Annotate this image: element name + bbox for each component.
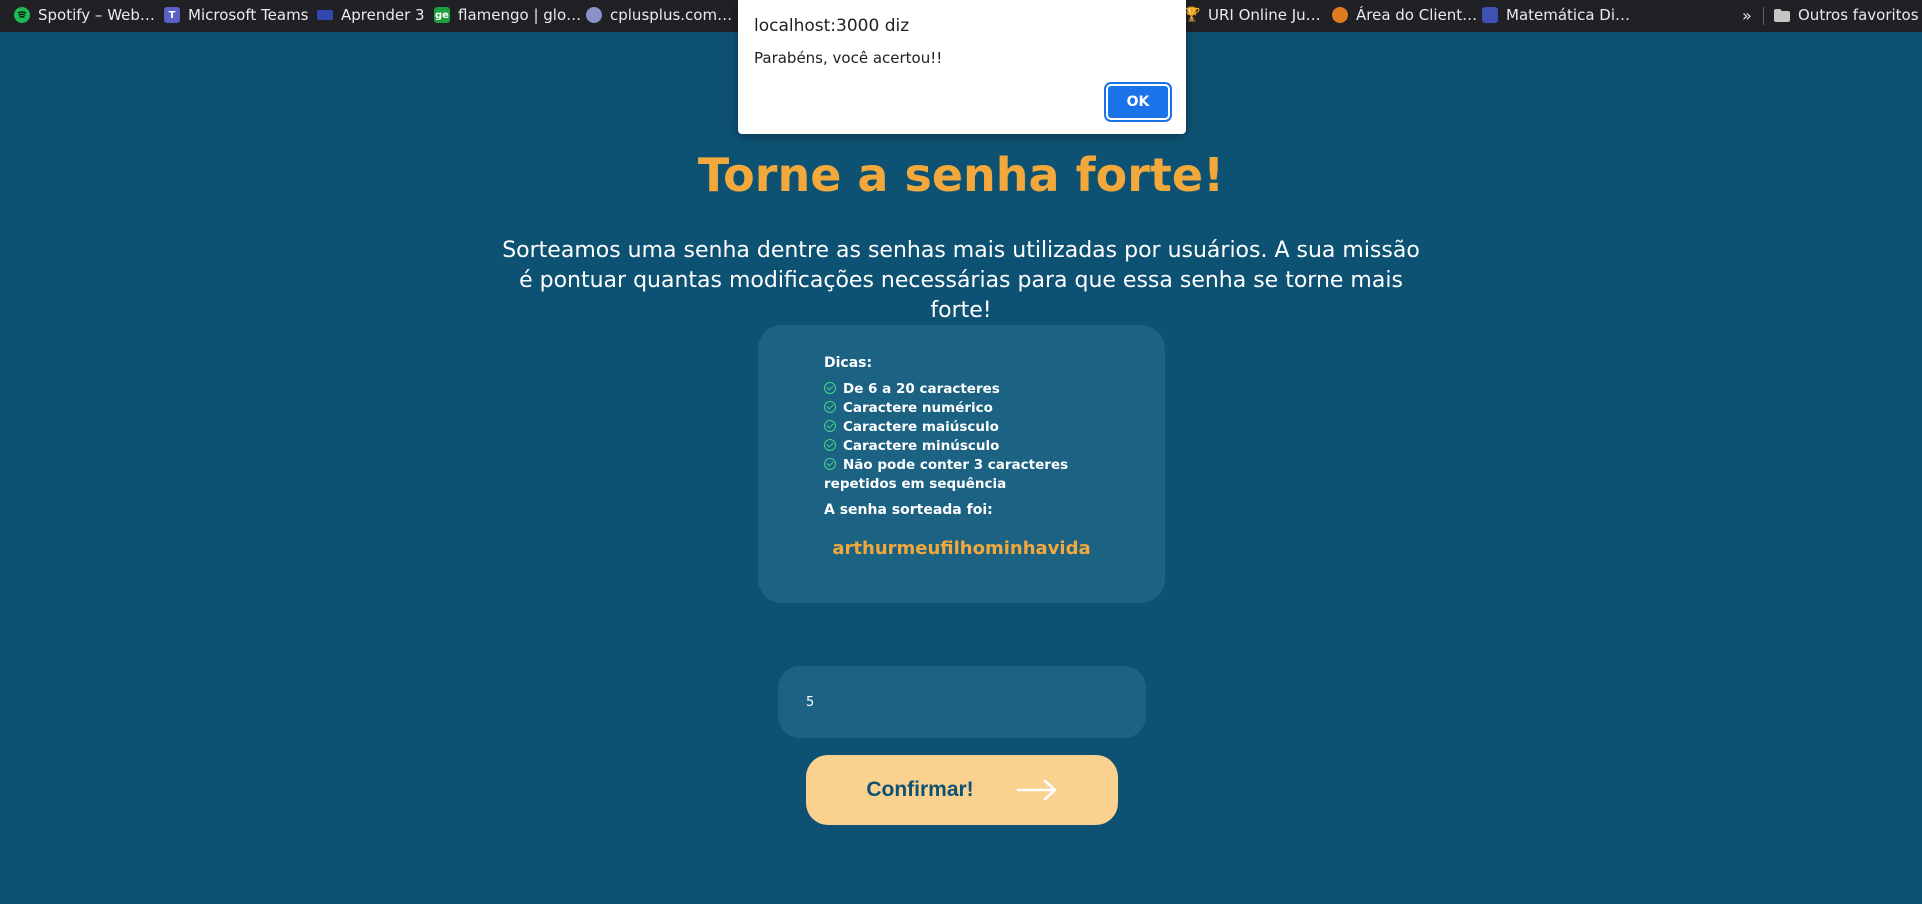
cplusplus-icon xyxy=(586,7,602,23)
bookmark-other-favorites[interactable]: Outros favoritos xyxy=(1774,0,1919,30)
dialog-origin: localhost:3000 diz xyxy=(754,16,910,36)
tip-text: Caractere numérico xyxy=(843,400,993,416)
check-circle-icon xyxy=(824,382,836,394)
folder-icon xyxy=(1774,7,1790,23)
bookmark-label: Matemática Di… xyxy=(1506,6,1631,24)
bookmark-uri-online[interactable]: 🏆 URI Online Ju… xyxy=(1183,0,1321,30)
tips-list: De 6 a 20 caracteres Caractere numérico … xyxy=(824,380,1129,494)
tip-item: Caractere maiúsculo xyxy=(824,418,1129,437)
drawn-password-label: A senha sorteada foi: xyxy=(824,502,993,518)
spotify-icon xyxy=(14,7,30,23)
more-bookmarks-chevron-icon[interactable]: » xyxy=(1742,0,1752,30)
bookmark-label: flamengo | glo… xyxy=(458,6,582,24)
bookmark-label: Área do Client… xyxy=(1356,6,1478,24)
bookmark-area-cliente[interactable]: Área do Client… xyxy=(1332,0,1477,30)
tip-item: Caractere numérico xyxy=(824,399,1129,418)
bookmark-label: URI Online Ju… xyxy=(1208,6,1321,24)
bookmark-label: Outros favoritos xyxy=(1798,6,1919,24)
check-circle-icon xyxy=(824,439,836,451)
tip-item: Não pode conter 3 caracteres repetidos e… xyxy=(824,456,1129,494)
check-circle-icon xyxy=(824,458,836,470)
check-circle-icon xyxy=(824,401,836,413)
tip-text: De 6 a 20 caracteres xyxy=(843,381,1000,397)
bookmark-label: Aprender 3 xyxy=(341,6,425,24)
client-area-icon xyxy=(1332,7,1348,23)
dialog-ok-button[interactable]: OK xyxy=(1106,84,1170,120)
tip-item: Caractere minúsculo xyxy=(824,437,1129,456)
bookmark-cplusplus[interactable]: cplusplus.com… xyxy=(586,0,732,30)
trophy-icon: 🏆 xyxy=(1183,7,1201,23)
bookmark-spotify[interactable]: Spotify – Web… xyxy=(14,0,155,30)
answer-input[interactable] xyxy=(778,666,1146,738)
tip-text: Caractere maiúsculo xyxy=(843,419,999,435)
bookmark-label: Microsoft Teams xyxy=(188,6,309,24)
page-subtitle: Sorteamos uma senha dentre as senhas mai… xyxy=(502,238,1420,323)
bookmark-matematica[interactable]: Matemática Di… xyxy=(1482,0,1630,30)
bookmark-label: Spotify – Web… xyxy=(38,6,155,24)
bookmark-flamengo[interactable]: ge flamengo | glo… xyxy=(434,0,581,30)
drawn-password: arthurmeufilhominhavida xyxy=(832,538,1091,559)
bookmark-microsoft-teams[interactable]: T Microsoft Teams xyxy=(164,0,309,30)
page-title: Torne a senha forte! xyxy=(697,148,1225,202)
tip-text: Não pode conter 3 caracteres repetidos e… xyxy=(824,457,1069,492)
alert-dialog: localhost:3000 diz Parabéns, você acerto… xyxy=(738,0,1186,134)
ge-icon: ge xyxy=(434,7,450,23)
confirm-label: Confirmar! xyxy=(866,778,974,801)
tip-item: De 6 a 20 caracteres xyxy=(824,380,1129,399)
dialog-message: Parabéns, você acertou!! xyxy=(754,49,943,67)
tips-card: Dicas: De 6 a 20 caracteres Caractere nu… xyxy=(758,325,1165,603)
tip-text: Caractere minúsculo xyxy=(843,438,1000,454)
math-icon xyxy=(1482,7,1498,23)
aprender-icon xyxy=(317,10,333,20)
tips-heading: Dicas: xyxy=(824,355,873,371)
arrow-right-icon xyxy=(1016,779,1058,801)
bookmark-aprender[interactable]: Aprender 3 xyxy=(317,0,425,30)
teams-icon: T xyxy=(164,7,180,23)
check-circle-icon xyxy=(824,420,836,432)
confirm-button[interactable]: Confirmar! xyxy=(806,755,1118,825)
bookmarks-divider xyxy=(1763,7,1764,25)
bookmark-label: cplusplus.com… xyxy=(610,6,733,24)
